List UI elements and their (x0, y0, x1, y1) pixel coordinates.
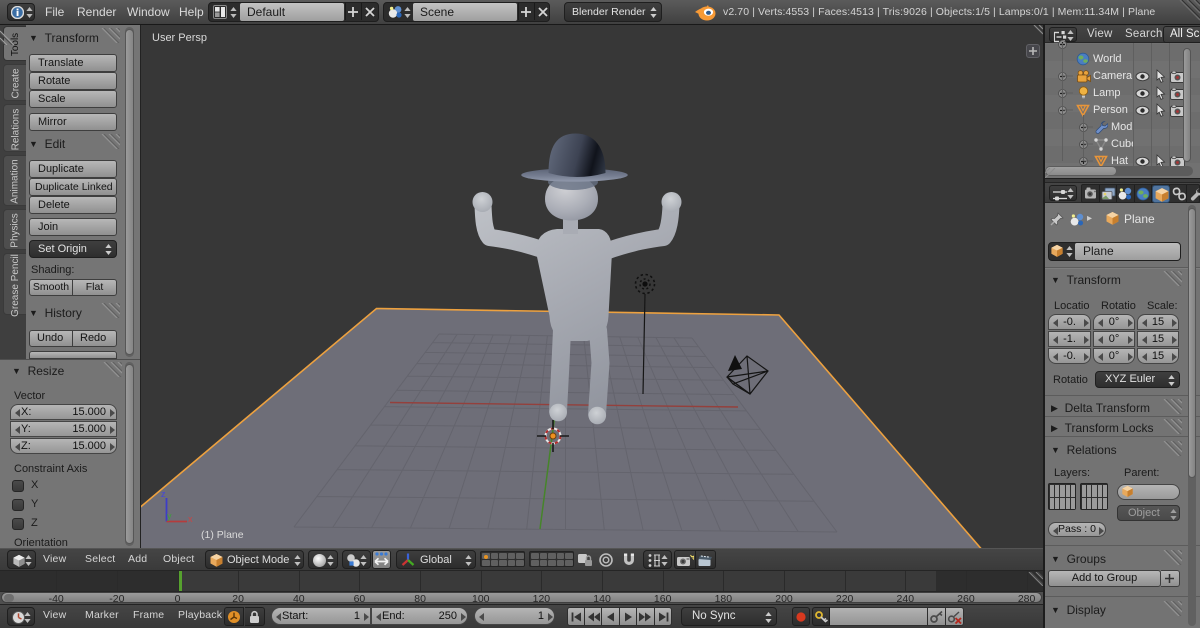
svg-text:x: x (188, 514, 193, 524)
svg-text:y: y (167, 511, 172, 521)
svg-text:z: z (161, 489, 166, 499)
